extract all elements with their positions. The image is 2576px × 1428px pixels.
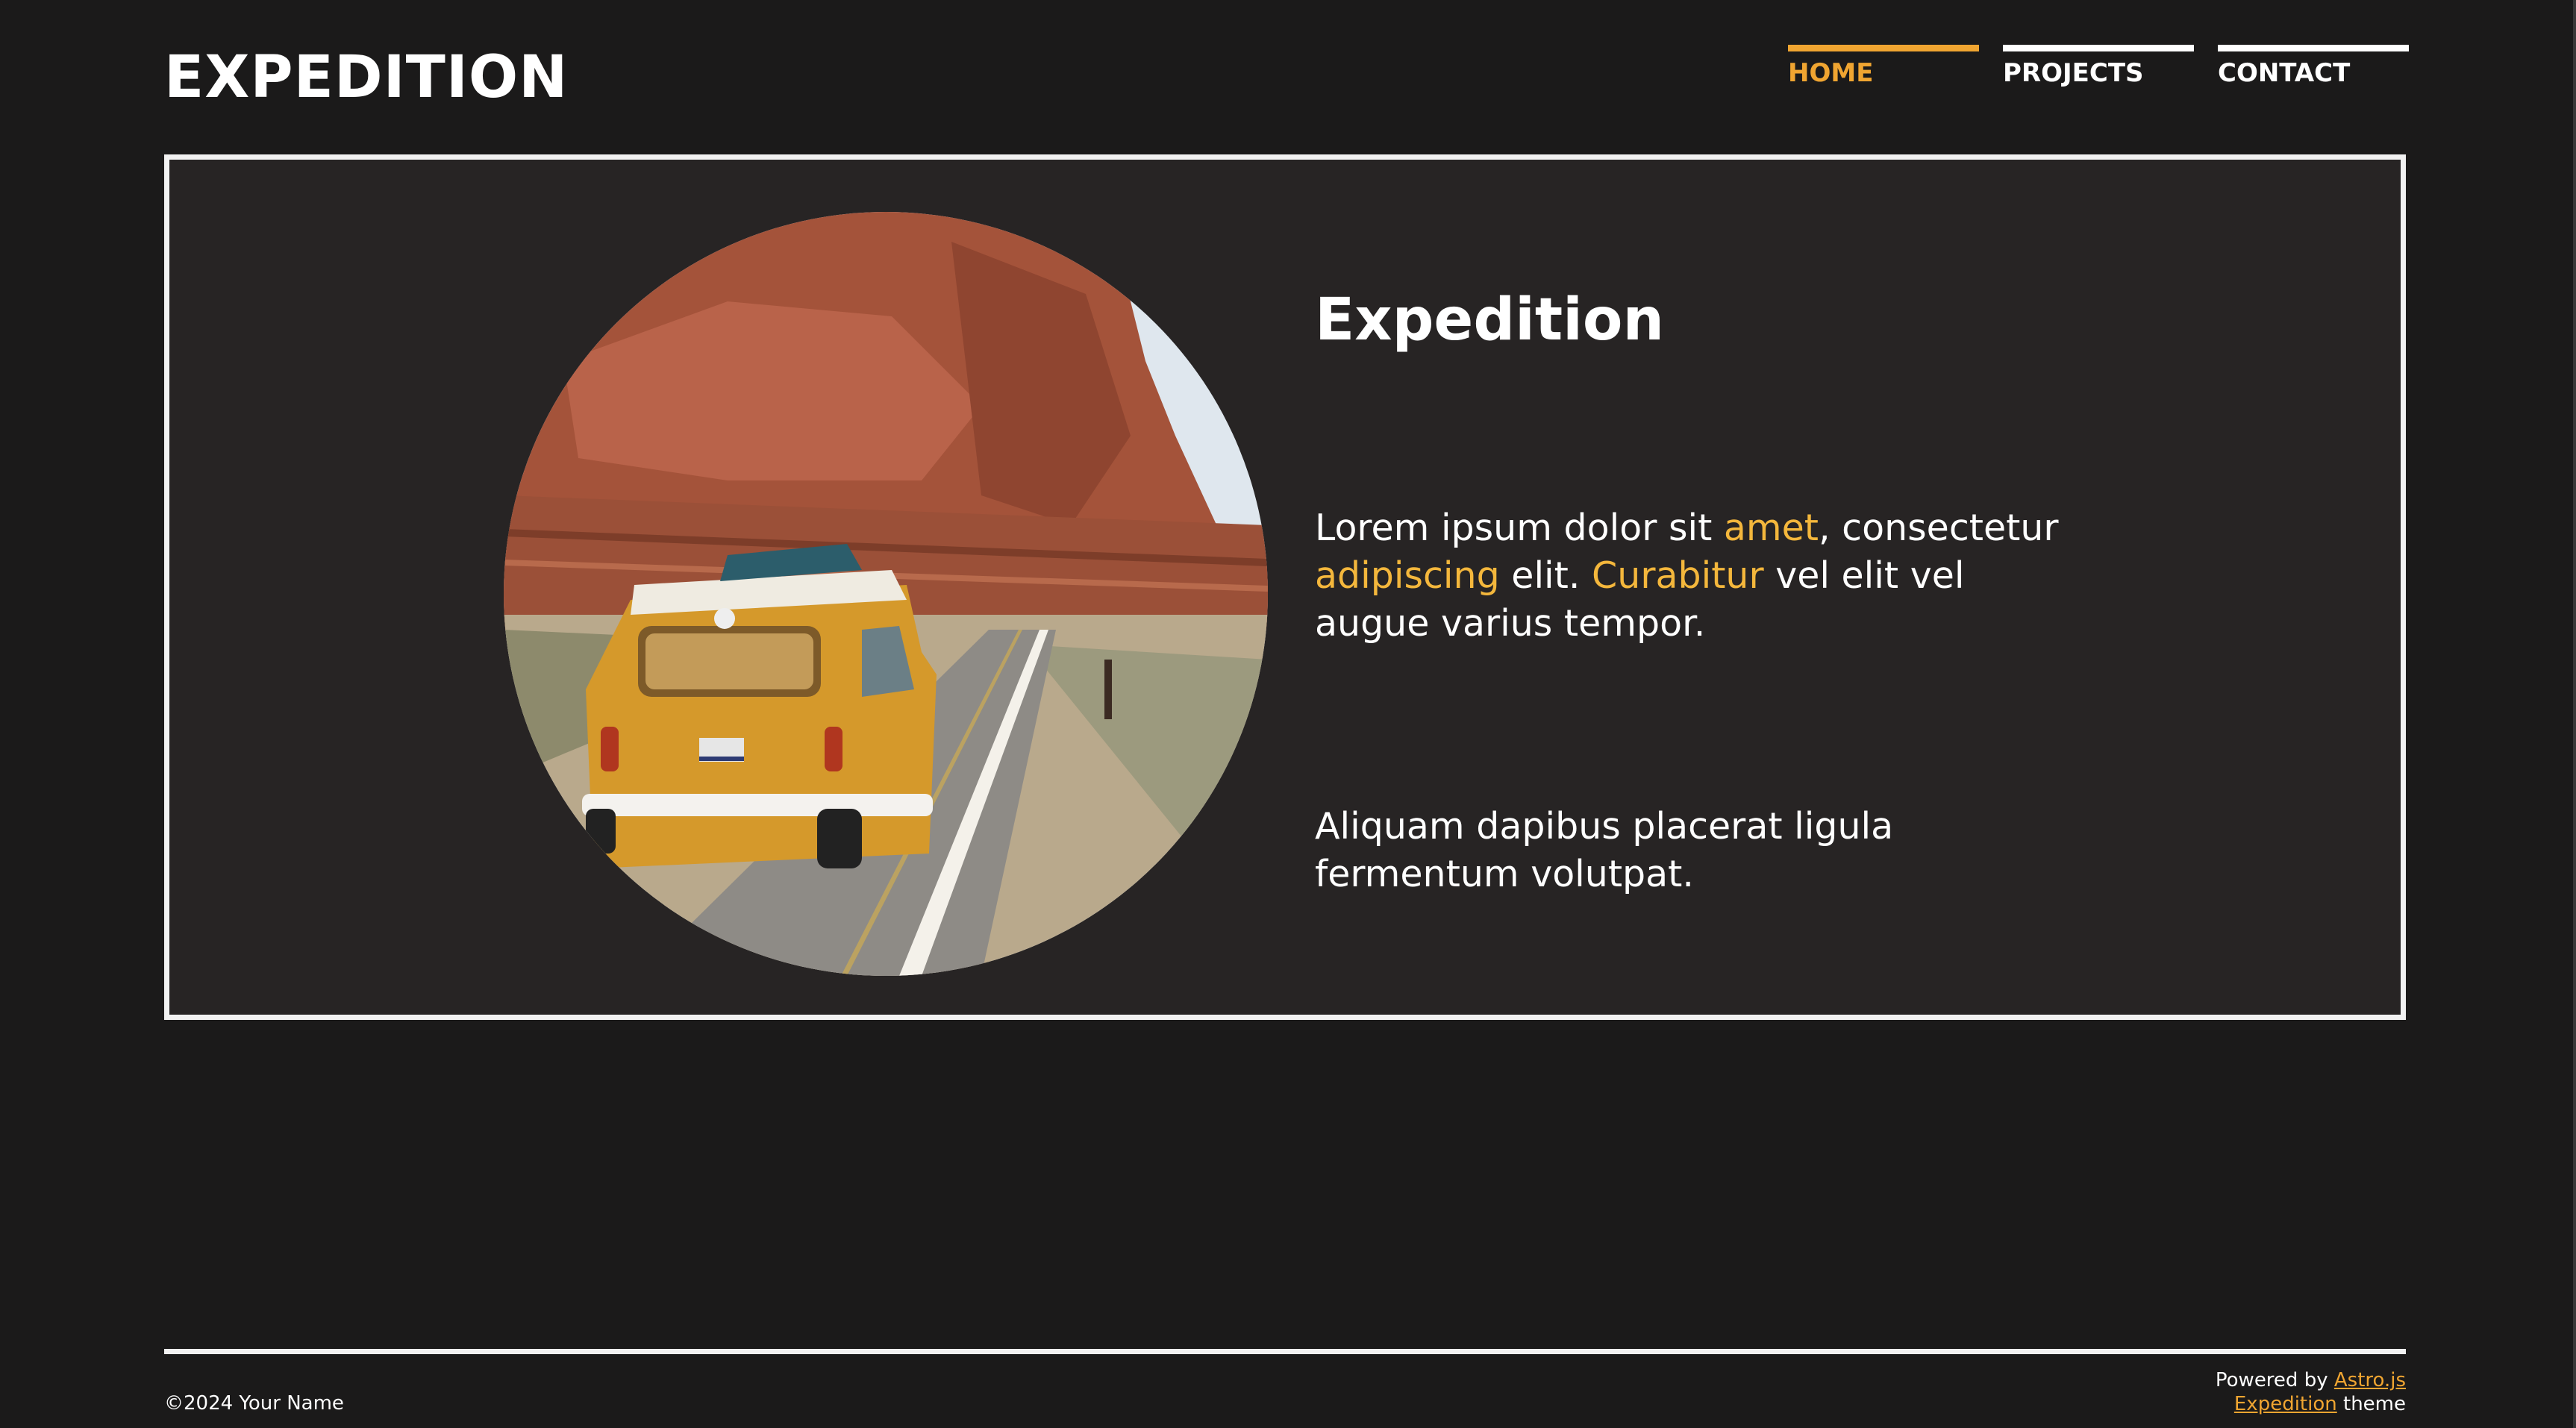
text-span: Lorem ipsum dolor sit xyxy=(1315,507,1724,549)
footer-copyright: ©2024 Your Name xyxy=(164,1392,344,1415)
hero-card: Expedition Lorem ipsum dolor sit amet, c… xyxy=(164,154,2406,1020)
page: EXPEDITION HOME PROJECTS CONTACT Expedit… xyxy=(0,0,2576,1428)
site-logo[interactable]: EXPEDITION xyxy=(164,42,568,113)
footer-divider xyxy=(164,1349,2406,1354)
text-span: , consectetur xyxy=(1819,507,2059,549)
powered-by-label: Powered by xyxy=(2215,1369,2334,1391)
highlight-word: adipiscing xyxy=(1315,554,1500,597)
powered-by-line: Powered by Astro.js xyxy=(2216,1368,2406,1392)
nav-home-link[interactable]: HOME xyxy=(1788,45,1979,92)
footer-credits: Powered by Astro.js Expedition theme xyxy=(2216,1368,2406,1416)
highlight-word: Curabitur xyxy=(1592,554,1764,597)
hero-paragraph-2: Aliquam dapibus placerat ligula fermentu… xyxy=(1315,805,1894,895)
window-edge xyxy=(2573,0,2576,1428)
nav-projects-link[interactable]: PROJECTS xyxy=(2003,45,2194,92)
text-span: elit. xyxy=(1499,554,1592,597)
theme-line: Expedition theme xyxy=(2216,1392,2406,1416)
highlight-word: amet xyxy=(1723,507,1819,549)
hero-title: Expedition xyxy=(1315,286,1665,354)
hero-paragraph-1: Lorem ipsum dolor sit amet, consectetur … xyxy=(1315,504,2076,648)
nav-contact-link[interactable]: CONTACT xyxy=(2218,45,2409,92)
expedition-theme-link[interactable]: Expedition xyxy=(2234,1393,2337,1415)
main-nav: HOME PROJECTS CONTACT xyxy=(1788,45,2409,92)
hero-image-van-on-desert-road xyxy=(504,212,1268,976)
astro-link[interactable]: Astro.js xyxy=(2334,1369,2406,1391)
theme-label: theme xyxy=(2336,1393,2406,1415)
